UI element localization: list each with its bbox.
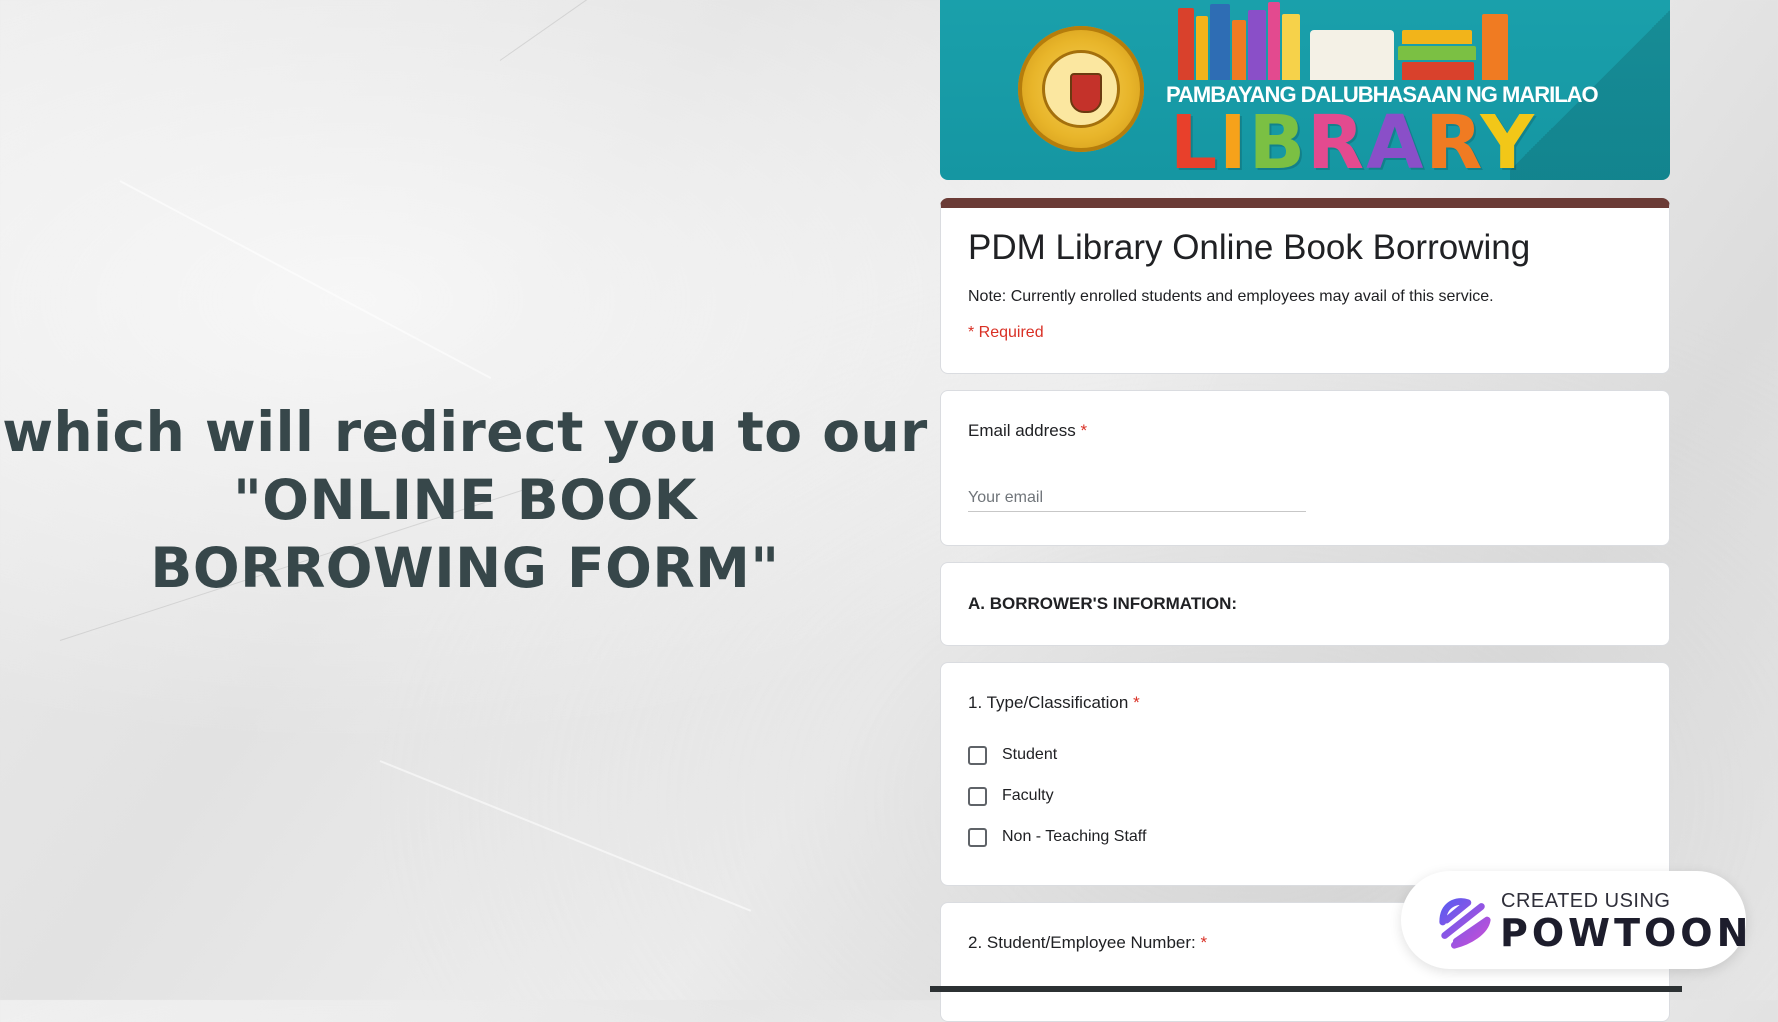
section-header-card: A. BORROWER'S INFORMATION: <box>940 562 1670 646</box>
email-label-text: Email address <box>968 421 1076 440</box>
headline-line-2: "ONLINE BOOK <box>233 468 697 532</box>
banner-title: LIBRARY <box>1170 100 1536 180</box>
type-question-text: 1. Type/Classification <box>968 693 1129 712</box>
option-non-teaching-staff[interactable]: Non - Teaching Staff <box>968 825 1146 849</box>
form-title: PDM Library Online Book Borrowing <box>968 228 1531 267</box>
book-icon <box>1196 16 1208 80</box>
option-label: Student <box>1002 746 1058 763</box>
banner-title-letter: R <box>1425 100 1481 180</box>
headline-line-3: BORROWING FORM" <box>150 536 780 600</box>
employee-number-label: 2. Student/Employee Number: * <box>968 933 1207 953</box>
book-icon <box>1268 2 1280 80</box>
powtoon-logo-icon <box>1439 898 1491 949</box>
option-label: Non - Teaching Staff <box>1002 828 1147 845</box>
email-question-card: Email address * <box>940 390 1670 546</box>
powtoon-watermark: CREATED USING POWTOON <box>1401 871 1748 969</box>
google-form-screenshot: PAMBAYANG DALUBHASAAN NG MARILAO LIBRARY… <box>940 0 1670 1022</box>
watermark-line-1: CREATED USING <box>1501 890 1671 912</box>
option-label: Faculty <box>1002 787 1054 804</box>
checkbox-icon[interactable] <box>968 786 987 806</box>
headline-line-1: which will redirect you to our <box>2 400 928 464</box>
banner-title-letter: L <box>1170 100 1220 180</box>
book-stack-icon <box>1402 30 1472 44</box>
banner-title-letter: A <box>1366 100 1426 180</box>
watermark-line-2: POWTOON <box>1500 911 1753 955</box>
book-stack-icon <box>1402 62 1474 80</box>
library-banner: PAMBAYANG DALUBHASAAN NG MARILAO LIBRARY <box>940 0 1670 180</box>
book-icon <box>1282 14 1300 80</box>
book-icon <box>1210 4 1230 80</box>
book-stack-icon <box>1398 46 1476 60</box>
paper-crease <box>119 180 492 380</box>
banner-title-letter: B <box>1248 100 1308 180</box>
seal-crest-icon <box>1070 73 1102 113</box>
bookshelf-illustration <box>1170 0 1510 80</box>
book-icon <box>1482 14 1508 80</box>
email-input[interactable] <box>968 485 1306 512</box>
email-label: Email address * <box>968 421 1087 441</box>
required-star: * <box>1133 693 1140 712</box>
checkbox-icon[interactable] <box>968 827 987 847</box>
seal-center <box>1042 50 1120 128</box>
paper-crease <box>499 0 747 61</box>
screenshot-bottom-edge <box>930 986 1682 992</box>
form-note: Note: Currently enrolled students and em… <box>968 288 1494 305</box>
required-star: * <box>1200 933 1208 952</box>
required-indicator: * Required <box>968 324 1044 341</box>
banner-title-letter: R <box>1307 100 1367 180</box>
banner-title-letter: I <box>1219 100 1249 180</box>
paper-crease <box>379 760 752 912</box>
type-question-label: 1. Type/Classification * <box>968 693 1140 713</box>
open-book-icon <box>1310 30 1394 80</box>
form-title-card: PDM Library Online Book Borrowing Note: … <box>940 198 1670 374</box>
slide-headline: which will redirect you to our "ONLINE B… <box>0 398 930 602</box>
option-faculty[interactable]: Faculty <box>968 784 1054 808</box>
type-classification-card: 1. Type/Classification * Student Faculty… <box>940 662 1670 886</box>
book-icon <box>1178 8 1194 80</box>
required-star: * <box>1080 421 1088 440</box>
option-student[interactable]: Student <box>968 743 1057 767</box>
banner-title-letter: Y <box>1480 100 1536 180</box>
employee-number-text: 2. Student/Employee Number: <box>968 933 1196 952</box>
book-icon <box>1248 10 1266 80</box>
school-seal-icon <box>1018 26 1144 152</box>
book-icon <box>1232 20 1246 80</box>
section-title: A. BORROWER'S INFORMATION: <box>968 594 1238 613</box>
checkbox-icon[interactable] <box>968 745 987 765</box>
